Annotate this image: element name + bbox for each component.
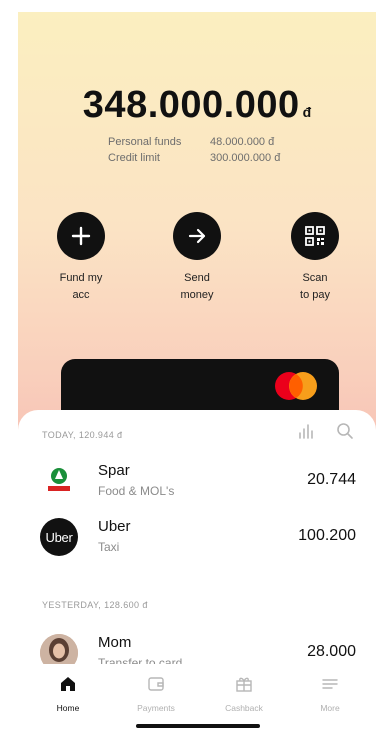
wallet-icon xyxy=(148,677,164,691)
balance-currency: đ xyxy=(302,104,312,120)
plus-icon[interactable] xyxy=(57,212,105,260)
personal-funds-value: 48.000.000 đ xyxy=(210,136,275,148)
transaction-category: Food & MOL's xyxy=(98,484,175,498)
transaction-category: Taxi xyxy=(98,540,120,554)
transaction-amount: 20.744 xyxy=(307,471,356,488)
bottom-nav: Home Payments Cashback More xyxy=(18,664,376,734)
menu-icon xyxy=(322,679,338,689)
transaction-row[interactable]: Uber Uber Taxi 100.200 xyxy=(40,516,356,560)
send-money-label: Send money xyxy=(180,272,214,301)
nav-payments-label: Payments xyxy=(137,703,175,713)
nav-home-label: Home xyxy=(56,703,80,713)
phone-screen: 348.000.000 đ Personal funds 48.000.000 đ… xyxy=(18,12,376,734)
nav-cashback[interactable]: Cashback xyxy=(204,674,284,713)
today-header: TODAY, 120.944 đ xyxy=(42,430,123,440)
funds-breakdown: Personal funds 48.000.000 đ Credit limit… xyxy=(108,134,280,166)
fund-account-button[interactable]: Fund my acc xyxy=(36,212,126,304)
nav-more[interactable]: More xyxy=(290,674,370,713)
nav-more-label: More xyxy=(320,703,340,713)
home-icon xyxy=(61,677,75,691)
search-icon[interactable] xyxy=(336,422,354,440)
balance-display: 348.000.000 đ xyxy=(18,84,376,127)
arrow-right-icon[interactable] xyxy=(173,212,221,260)
transactions-sheet: TODAY, 120.944 đ Spar Food & MOL's 20.74… xyxy=(18,410,376,734)
spar-logo-icon xyxy=(40,462,78,500)
gift-icon xyxy=(236,677,252,692)
scan-to-pay-button[interactable]: Scan to pay xyxy=(270,212,360,304)
qr-code-icon[interactable] xyxy=(291,212,339,260)
balance-amount: 348.000.000 xyxy=(82,84,300,126)
nav-payments[interactable]: Payments xyxy=(116,674,196,713)
transaction-row[interactable]: Spar Food & MOL's 20.744 xyxy=(40,460,356,504)
send-money-button[interactable]: Send money xyxy=(152,212,242,304)
uber-logo-icon: Uber xyxy=(40,518,78,556)
transaction-name: Mom xyxy=(98,634,132,651)
home-indicator[interactable] xyxy=(136,724,260,728)
nav-cashback-label: Cashback xyxy=(225,703,263,713)
transaction-name: Spar xyxy=(98,462,130,479)
fund-account-label: Fund my acc xyxy=(59,272,103,301)
transaction-amount: 28.000 xyxy=(307,643,356,660)
credit-limit-label: Credit limit xyxy=(108,152,160,164)
chart-icon[interactable] xyxy=(298,423,316,439)
yesterday-header: YESTERDAY, 128.600 đ xyxy=(42,600,148,610)
nav-home[interactable]: Home xyxy=(28,674,108,713)
transaction-amount: 100.200 xyxy=(298,527,356,544)
credit-limit-value: 300.000.000 đ xyxy=(210,152,281,164)
personal-funds-label: Personal funds xyxy=(108,136,182,148)
mastercard-logo-icon xyxy=(275,372,317,400)
sheet-tools xyxy=(298,422,354,440)
scan-to-pay-label: Scan to pay xyxy=(300,272,330,301)
transaction-name: Uber xyxy=(98,518,131,535)
